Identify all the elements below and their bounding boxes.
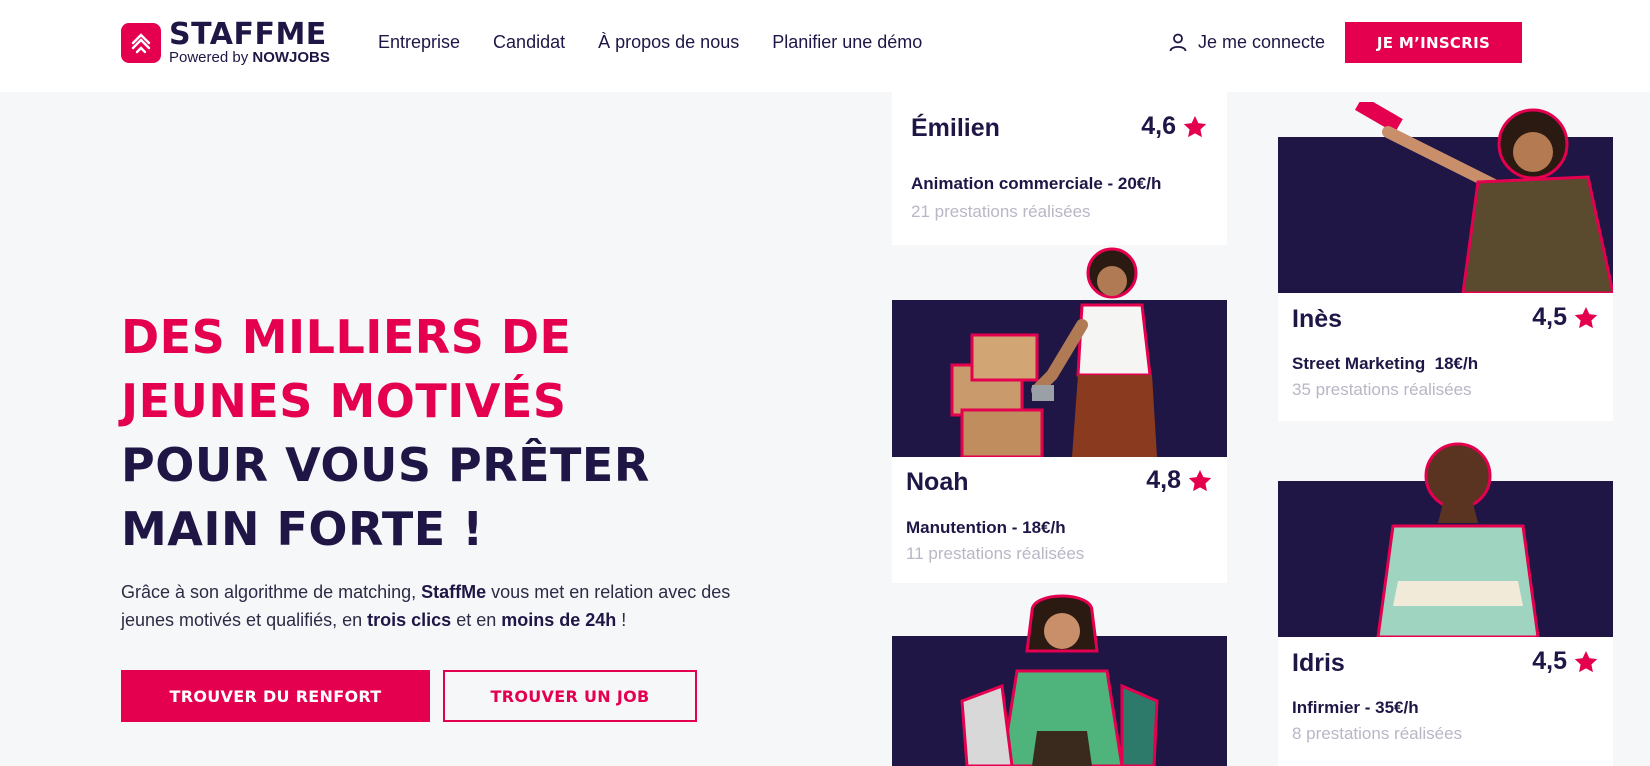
profile-card-noah[interactable]: Noah 4,8 Manutention - 18€/h 11 prestati… xyxy=(892,247,1227,583)
card-rating: 4,5 xyxy=(1532,647,1599,676)
powered-prefix: Powered by xyxy=(169,49,249,66)
signup-button[interactable]: JE M’INSCRIS xyxy=(1345,22,1522,63)
card-job: Street Marketing 18€/h xyxy=(1292,354,1479,373)
card-rating: 4,6 xyxy=(1141,112,1208,141)
desc-bold-2: moins de 24h xyxy=(501,610,617,630)
find-reinforcement-button[interactable]: TROUVER DU RENFORT xyxy=(121,670,430,722)
rating-value: 4,6 xyxy=(1141,112,1176,140)
star-icon xyxy=(1183,115,1207,137)
card-name: Inès xyxy=(1292,305,1343,333)
powered-brand: NOWJOBS xyxy=(252,49,330,66)
hero-description: Grâce à son algorithme de matching, Staf… xyxy=(121,578,761,634)
site-header: STAFFME Powered by NOWJOBS Entreprise Ca… xyxy=(0,0,1650,92)
card-name: Émilien xyxy=(911,114,1000,142)
profile-card-bottom[interactable] xyxy=(892,594,1227,766)
rating-value: 4,5 xyxy=(1532,647,1567,675)
powered-by: Powered by NOWJOBS xyxy=(169,50,330,66)
nav-item-entreprise[interactable]: Entreprise xyxy=(378,30,460,54)
card-name: Idris xyxy=(1292,649,1345,677)
login-label: Je me connecte xyxy=(1198,32,1326,52)
noah-photo xyxy=(950,247,1157,457)
card-count: 8 prestations réalisées xyxy=(1292,724,1463,743)
nav-item-a-propos[interactable]: À propos de nous xyxy=(598,30,739,54)
star-icon xyxy=(1188,469,1212,491)
user-icon xyxy=(1169,33,1187,52)
staffme-logo-icon xyxy=(121,23,161,63)
card-count: 21 prestations réalisées xyxy=(911,202,1091,221)
hero-title-line-2: JEUNES MOTIVÉS xyxy=(121,374,567,428)
card-rating: 4,8 xyxy=(1146,466,1213,495)
star-icon xyxy=(1574,650,1598,672)
brand-name: STAFFME xyxy=(169,17,327,52)
main-nav: Entreprise Candidat À propos de nous Pla… xyxy=(378,30,955,54)
desc-part-3: et en xyxy=(451,610,502,630)
card-job: Animation commerciale - 20€/h xyxy=(911,174,1162,193)
card-job: Manutention - 18€/h xyxy=(906,518,1066,537)
card-count: 35 prestations réalisées xyxy=(1292,380,1472,399)
desc-brand: StaffMe xyxy=(421,582,487,602)
desc-part-1: Grâce à son algorithme de matching, xyxy=(121,582,422,602)
star-icon xyxy=(1574,306,1598,328)
card-name: Noah xyxy=(906,468,969,496)
card-rating: 4,5 xyxy=(1532,303,1599,332)
nav-item-planifier-demo[interactable]: Planifier une démo xyxy=(772,30,922,54)
card-job: Infirmier - 35€/h xyxy=(1292,698,1419,717)
profile-card-ines[interactable]: Inès 4,5 Street Marketing 18€/h 35 prest… xyxy=(1278,102,1613,421)
nav-item-candidat[interactable]: Candidat xyxy=(493,30,565,54)
rating-value: 4,8 xyxy=(1146,466,1181,494)
profile-card-idris[interactable]: Idris 4,5 Infirmier - 35€/h 8 prestation… xyxy=(1278,442,1613,766)
hero-title-line-1: DES MILLIERS DE xyxy=(121,310,572,364)
staffme-logo[interactable]: STAFFME Powered by NOWJOBS xyxy=(121,20,330,66)
ines-photo xyxy=(1354,102,1613,293)
hero-title-line-4: MAIN FORTE ! xyxy=(121,502,484,556)
rating-value: 4,5 xyxy=(1532,303,1567,331)
idris-photo xyxy=(1376,442,1540,637)
hero-title-line-3: POUR VOUS PRÊTER xyxy=(121,438,650,492)
find-job-button[interactable]: TROUVER UN JOB xyxy=(443,670,697,722)
woman-photo xyxy=(960,594,1159,766)
desc-bold-1: trois clics xyxy=(367,610,452,630)
hero-title: DES MILLIERS DE JEUNES MOTIVÉS POUR VOUS… xyxy=(121,305,761,561)
login-link[interactable]: Je me connecte xyxy=(1168,30,1325,54)
card-count: 11 prestations réalisées xyxy=(906,544,1085,563)
profile-card-emilien[interactable]: Émilien 4,6 Animation commerciale - 20€/… xyxy=(892,92,1227,245)
desc-part-4: ! xyxy=(616,610,627,630)
